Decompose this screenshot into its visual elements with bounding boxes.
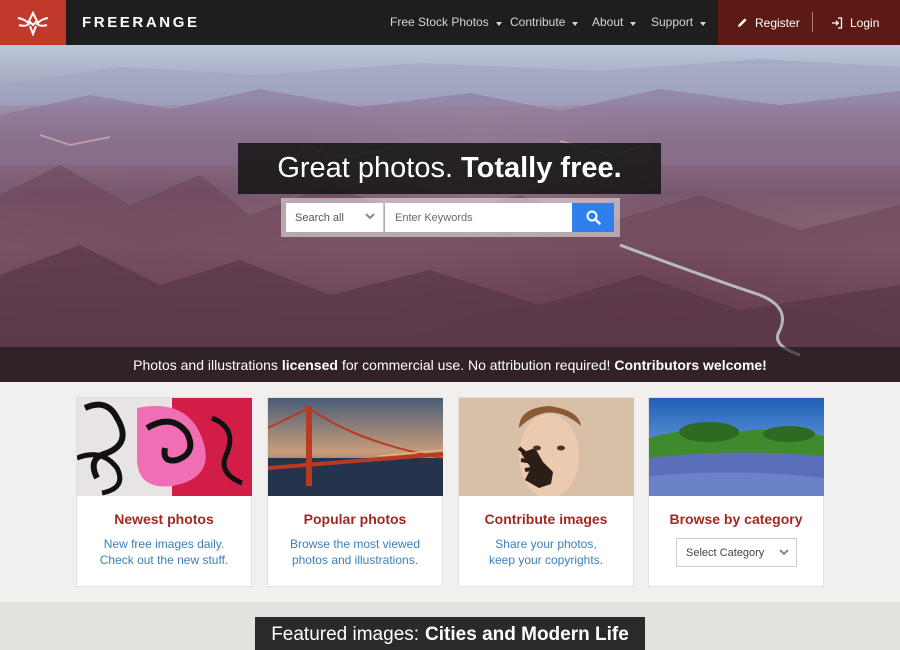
nav-label: About (592, 15, 624, 29)
category-select-value: Select Category (686, 546, 765, 559)
card-line: New free images daily. (103, 537, 225, 551)
card-title[interactable]: Newest photos (77, 511, 251, 527)
card-description: Browse the most viewed photos and illust… (268, 536, 442, 568)
nav-label: Free Stock Photos (390, 15, 489, 29)
auth-divider (812, 12, 813, 32)
nav-about[interactable]: About (592, 0, 637, 45)
headline-light: Great photos. (277, 152, 454, 184)
headline-bold: Totally free. (461, 152, 622, 184)
nav-free-stock-photos[interactable]: Free Stock Photos (390, 0, 502, 45)
chevron-down-icon (365, 213, 375, 220)
hero-headline: Great photos. Totally free. (238, 143, 661, 194)
brand-name[interactable]: FREERANGE (82, 0, 200, 45)
chevron-down-icon (779, 549, 789, 556)
caret-down-icon (700, 21, 707, 26)
tagline-part2: for commercial use. No attribution requi… (341, 356, 611, 373)
login-button[interactable]: Login (831, 0, 879, 45)
card-browse-by-category[interactable]: Browse by category Select Category (648, 397, 824, 587)
card-line: photos and illustrations. (291, 553, 419, 567)
caret-down-icon (572, 21, 579, 26)
tagline-bold1: licensed (281, 356, 338, 373)
logo[interactable] (0, 0, 66, 45)
card-line: Browse the most viewed (289, 537, 421, 551)
wildflower-field-thumbnail[interactable] (649, 398, 824, 496)
search-scope-select[interactable]: Search all (286, 203, 384, 232)
card-title[interactable]: Popular photos (268, 511, 442, 527)
search-input[interactable] (385, 203, 572, 232)
tagline-bold2: Contributors welcome! (614, 356, 767, 373)
card-line: Check out the new stuff. (99, 553, 229, 567)
card-title[interactable]: Contribute images (459, 511, 633, 527)
top-navbar: FREERANGE Free Stock Photos Contribute A… (0, 0, 900, 45)
graffiti-thumbnail[interactable] (77, 398, 252, 496)
caret-down-icon (495, 21, 502, 26)
card-description: New free images daily. Check out the new… (77, 536, 251, 568)
pencil-icon (738, 18, 747, 27)
sign-in-icon (832, 16, 843, 29)
card-line: Share your photos, (495, 537, 597, 551)
featured-topic[interactable]: Cities and Modern Life (425, 624, 629, 646)
card-contribute-images[interactable]: Contribute images Share your photos, kee… (458, 397, 634, 587)
card-popular-photos[interactable]: Popular photos Browse the most viewed ph… (267, 397, 443, 587)
login-label: Login (850, 15, 880, 30)
featured-heading: Featured images: Cities and Modern Life (255, 617, 645, 650)
caret-down-icon (630, 21, 637, 26)
featured-prefix: Featured images: (271, 623, 420, 645)
card-line: keep your copyrights. (488, 553, 604, 567)
tagline-part1: Photos and illustrations (133, 356, 278, 373)
hero-banner: Great photos. Totally free. Search all P… (0, 45, 900, 382)
freerange-bird-logo-icon (17, 10, 49, 36)
register-label: Register (755, 15, 800, 30)
auth-area: Register Login (718, 0, 900, 45)
painted-face-thumbnail[interactable] (459, 398, 634, 496)
search-scope-value: Search all (295, 211, 344, 224)
card-title[interactable]: Browse by category (649, 511, 823, 527)
nav-label: Contribute (510, 15, 566, 29)
category-select[interactable]: Select Category (676, 538, 797, 567)
register-button[interactable]: Register (737, 0, 800, 45)
search-button[interactable] (572, 203, 614, 232)
search-icon (586, 210, 601, 225)
golden-gate-thumbnail[interactable] (268, 398, 443, 496)
card-description: Share your photos, keep your copyrights. (459, 536, 633, 568)
hero-tagline: Photos and illustrations licensed for co… (0, 347, 900, 382)
nav-support[interactable]: Support (651, 0, 707, 45)
card-newest-photos[interactable]: Newest photos New free images daily. Che… (76, 397, 252, 587)
nav-contribute[interactable]: Contribute (510, 0, 579, 45)
nav-label: Support (651, 15, 694, 29)
